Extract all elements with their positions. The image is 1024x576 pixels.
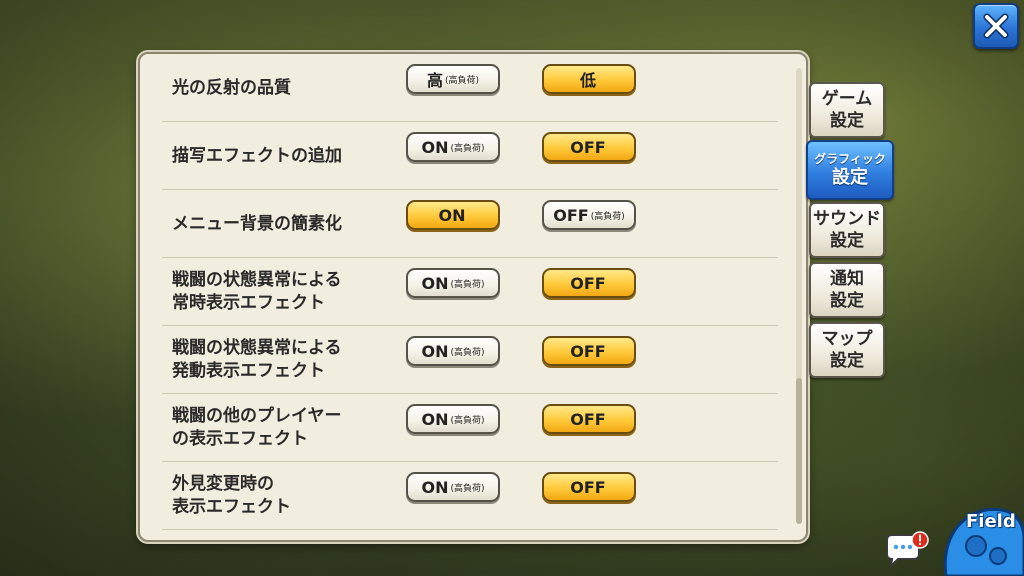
option2-button[interactable]: OFF xyxy=(542,404,636,434)
scrollbar-thumb[interactable] xyxy=(796,378,802,524)
option1-button[interactable]: 高 (高負荷) xyxy=(406,64,500,94)
tab-label-line2: 設定 xyxy=(830,111,864,131)
setting-label: 戦闘の他のプレイヤー の表示エフェクト xyxy=(172,406,342,449)
tab-label-line1: サウンド xyxy=(813,209,881,229)
chat-notification-icon[interactable] xyxy=(884,530,930,570)
tab-label-line2: 設定 xyxy=(830,231,864,251)
tab-label-line2: 設定 xyxy=(830,291,864,311)
tab-label-line2: 設定 xyxy=(830,351,864,371)
option2-button[interactable]: OFF xyxy=(542,132,636,162)
option1-note: (高負荷) xyxy=(450,415,485,426)
setting-row: メニュー背景の簡素化 ON OFF (高負荷) xyxy=(162,190,778,258)
option1-label: ON xyxy=(421,137,449,157)
divider xyxy=(162,529,778,530)
option2-label: OFF xyxy=(570,409,606,429)
option2-button[interactable]: OFF xyxy=(542,268,636,298)
setting-row: 外見変更時の 表示エフェクト ON (高負荷) OFF xyxy=(162,462,778,530)
tab-notification-settings[interactable]: 通知 設定 xyxy=(809,262,885,318)
tab-label-line1: 通知 xyxy=(830,269,864,289)
close-button[interactable] xyxy=(973,3,1019,49)
tab-label-line1: グラフィック xyxy=(814,152,886,166)
option2-label: OFF xyxy=(570,477,606,497)
setting-row: 戦闘の状態異常による 常時表示エフェクト ON (高負荷) OFF xyxy=(162,258,778,326)
option1-label: ON xyxy=(421,477,449,497)
option1-button[interactable]: ON (高負荷) xyxy=(406,336,500,366)
tab-graphics-settings[interactable]: グラフィック 設定 xyxy=(806,140,894,200)
setting-label: メニュー背景の簡素化 xyxy=(172,213,342,234)
option2-label: OFF xyxy=(570,273,606,293)
setting-row: 描写エフェクトの追加 ON (高負荷) OFF xyxy=(162,122,778,190)
option2-note: (高負荷) xyxy=(590,211,625,222)
field-mode-icon[interactable] xyxy=(936,496,1024,576)
option1-note: (高負荷) xyxy=(450,347,485,358)
setting-label: 戦闘の状態異常による 常時表示エフェクト xyxy=(172,270,342,313)
tab-label-line2: 設定 xyxy=(831,167,868,188)
tab-label-line1: ゲーム xyxy=(821,89,873,109)
setting-row: 戦闘の他のプレイヤー の表示エフェクト ON (高負荷) OFF xyxy=(162,394,778,462)
tab-sound-settings[interactable]: サウンド 設定 xyxy=(809,202,885,258)
option2-button[interactable]: OFF xyxy=(542,336,636,366)
option1-button[interactable]: ON (高負荷) xyxy=(406,132,500,162)
option1-label: ON xyxy=(421,341,449,361)
graphics-settings-panel: 光の反射の品質 高 (高負荷) 低 描写エフェクトの追加 ON (高負荷) OFF … xyxy=(138,52,808,542)
setting-row: 光の反射の品質 高 (高負荷) 低 xyxy=(162,54,778,122)
option1-note: (高負荷) xyxy=(450,279,485,290)
option2-label: OFF xyxy=(570,137,606,157)
option1-note: (高負荷) xyxy=(450,483,485,494)
setting-label: 外見変更時の 表示エフェクト xyxy=(172,474,291,517)
option1-button[interactable]: ON xyxy=(406,200,500,230)
option1-label: ON xyxy=(421,409,449,429)
option1-button[interactable]: ON (高負荷) xyxy=(406,268,500,298)
option1-note: (高負荷) xyxy=(444,75,480,86)
option1-button[interactable]: ON (高負荷) xyxy=(406,472,500,502)
option1-button[interactable]: ON (高負荷) xyxy=(406,404,500,434)
tab-game-settings[interactable]: ゲーム 設定 xyxy=(809,82,885,138)
option2-button[interactable]: OFF (高負荷) xyxy=(542,200,636,230)
tab-map-settings[interactable]: マップ 設定 xyxy=(809,322,885,378)
option1-label: ON xyxy=(438,205,466,225)
setting-label: 戦闘の状態異常による 発動表示エフェクト xyxy=(172,338,342,381)
option2-button[interactable]: OFF xyxy=(542,472,636,502)
option2-label: OFF xyxy=(570,341,606,361)
field-label: Field xyxy=(966,511,1016,532)
setting-label: 光の反射の品質 xyxy=(172,77,291,98)
scrollbar[interactable] xyxy=(796,68,802,524)
option1-label: 高 xyxy=(426,71,443,90)
option1-label: ON xyxy=(421,273,449,293)
setting-label: 描写エフェクトの追加 xyxy=(172,145,342,166)
option1-note: (高負荷) xyxy=(450,143,485,154)
option2-label: 低 xyxy=(579,71,596,90)
option2-label: OFF xyxy=(553,205,589,225)
option2-button[interactable]: 低 xyxy=(542,64,636,94)
setting-row: 戦闘の状態異常による 発動表示エフェクト ON (高負荷) OFF xyxy=(162,326,778,394)
tab-label-line1: マップ xyxy=(821,329,873,349)
close-icon xyxy=(983,13,1009,39)
